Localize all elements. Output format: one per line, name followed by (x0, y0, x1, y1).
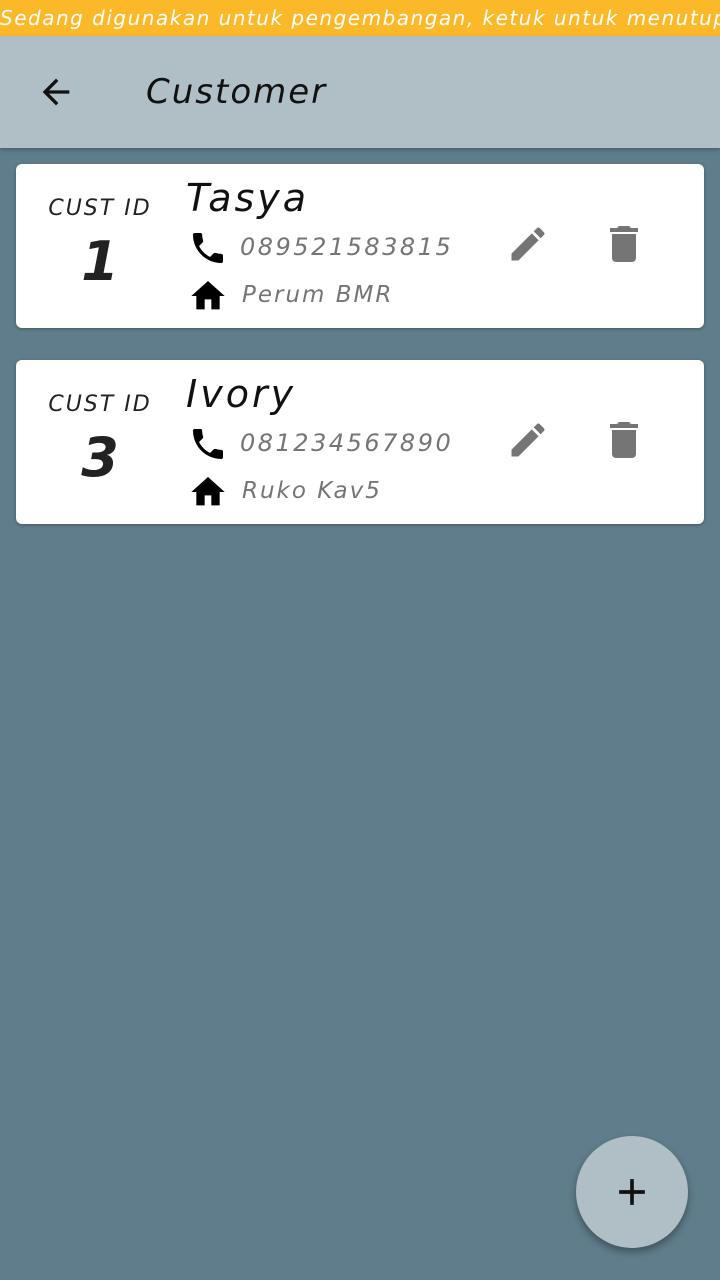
customer-card[interactable]: CUST ID 3 Ivory 081234567890 Ruko Kav5 (16, 360, 704, 524)
edit-button[interactable] (504, 220, 552, 268)
customer-name: Ivory (186, 372, 297, 416)
cust-id-label: CUST ID (48, 392, 152, 417)
page-title: Customer (146, 72, 328, 112)
back-button[interactable] (28, 64, 84, 120)
customer-phone: 081234567890 (240, 429, 454, 457)
arrow-back-icon (42, 78, 70, 106)
home-icon (191, 281, 225, 310)
trash-icon (610, 422, 638, 458)
trash-icon (610, 226, 638, 262)
edit-icon (511, 423, 545, 457)
phone-icon (193, 233, 223, 263)
customer-address: Ruko Kav5 (242, 478, 382, 504)
edit-button[interactable] (504, 416, 552, 464)
cust-id-label: CUST ID (48, 196, 152, 221)
customer-list: CUST ID 1 Tasya 089521583815 Perum BMR C… (16, 164, 704, 556)
home-icon (191, 477, 225, 506)
delete-button[interactable] (600, 220, 648, 268)
edit-icon (511, 227, 545, 261)
customer-name: Tasya (186, 176, 310, 220)
customer-phone: 089521583815 (240, 233, 454, 261)
dev-mode-banner[interactable]: Sedang digunakan untuk pengembangan, ket… (0, 0, 720, 36)
add-icon (619, 1179, 645, 1205)
add-customer-button[interactable] (576, 1136, 688, 1248)
phone-icon (193, 429, 223, 459)
cust-id-value: 3 (81, 426, 119, 489)
delete-button[interactable] (600, 416, 648, 464)
customer-address: Perum BMR (242, 282, 394, 308)
customer-card[interactable]: CUST ID 1 Tasya 089521583815 Perum BMR (16, 164, 704, 328)
cust-id-value: 1 (81, 230, 119, 293)
app-bar: Customer (0, 36, 720, 148)
